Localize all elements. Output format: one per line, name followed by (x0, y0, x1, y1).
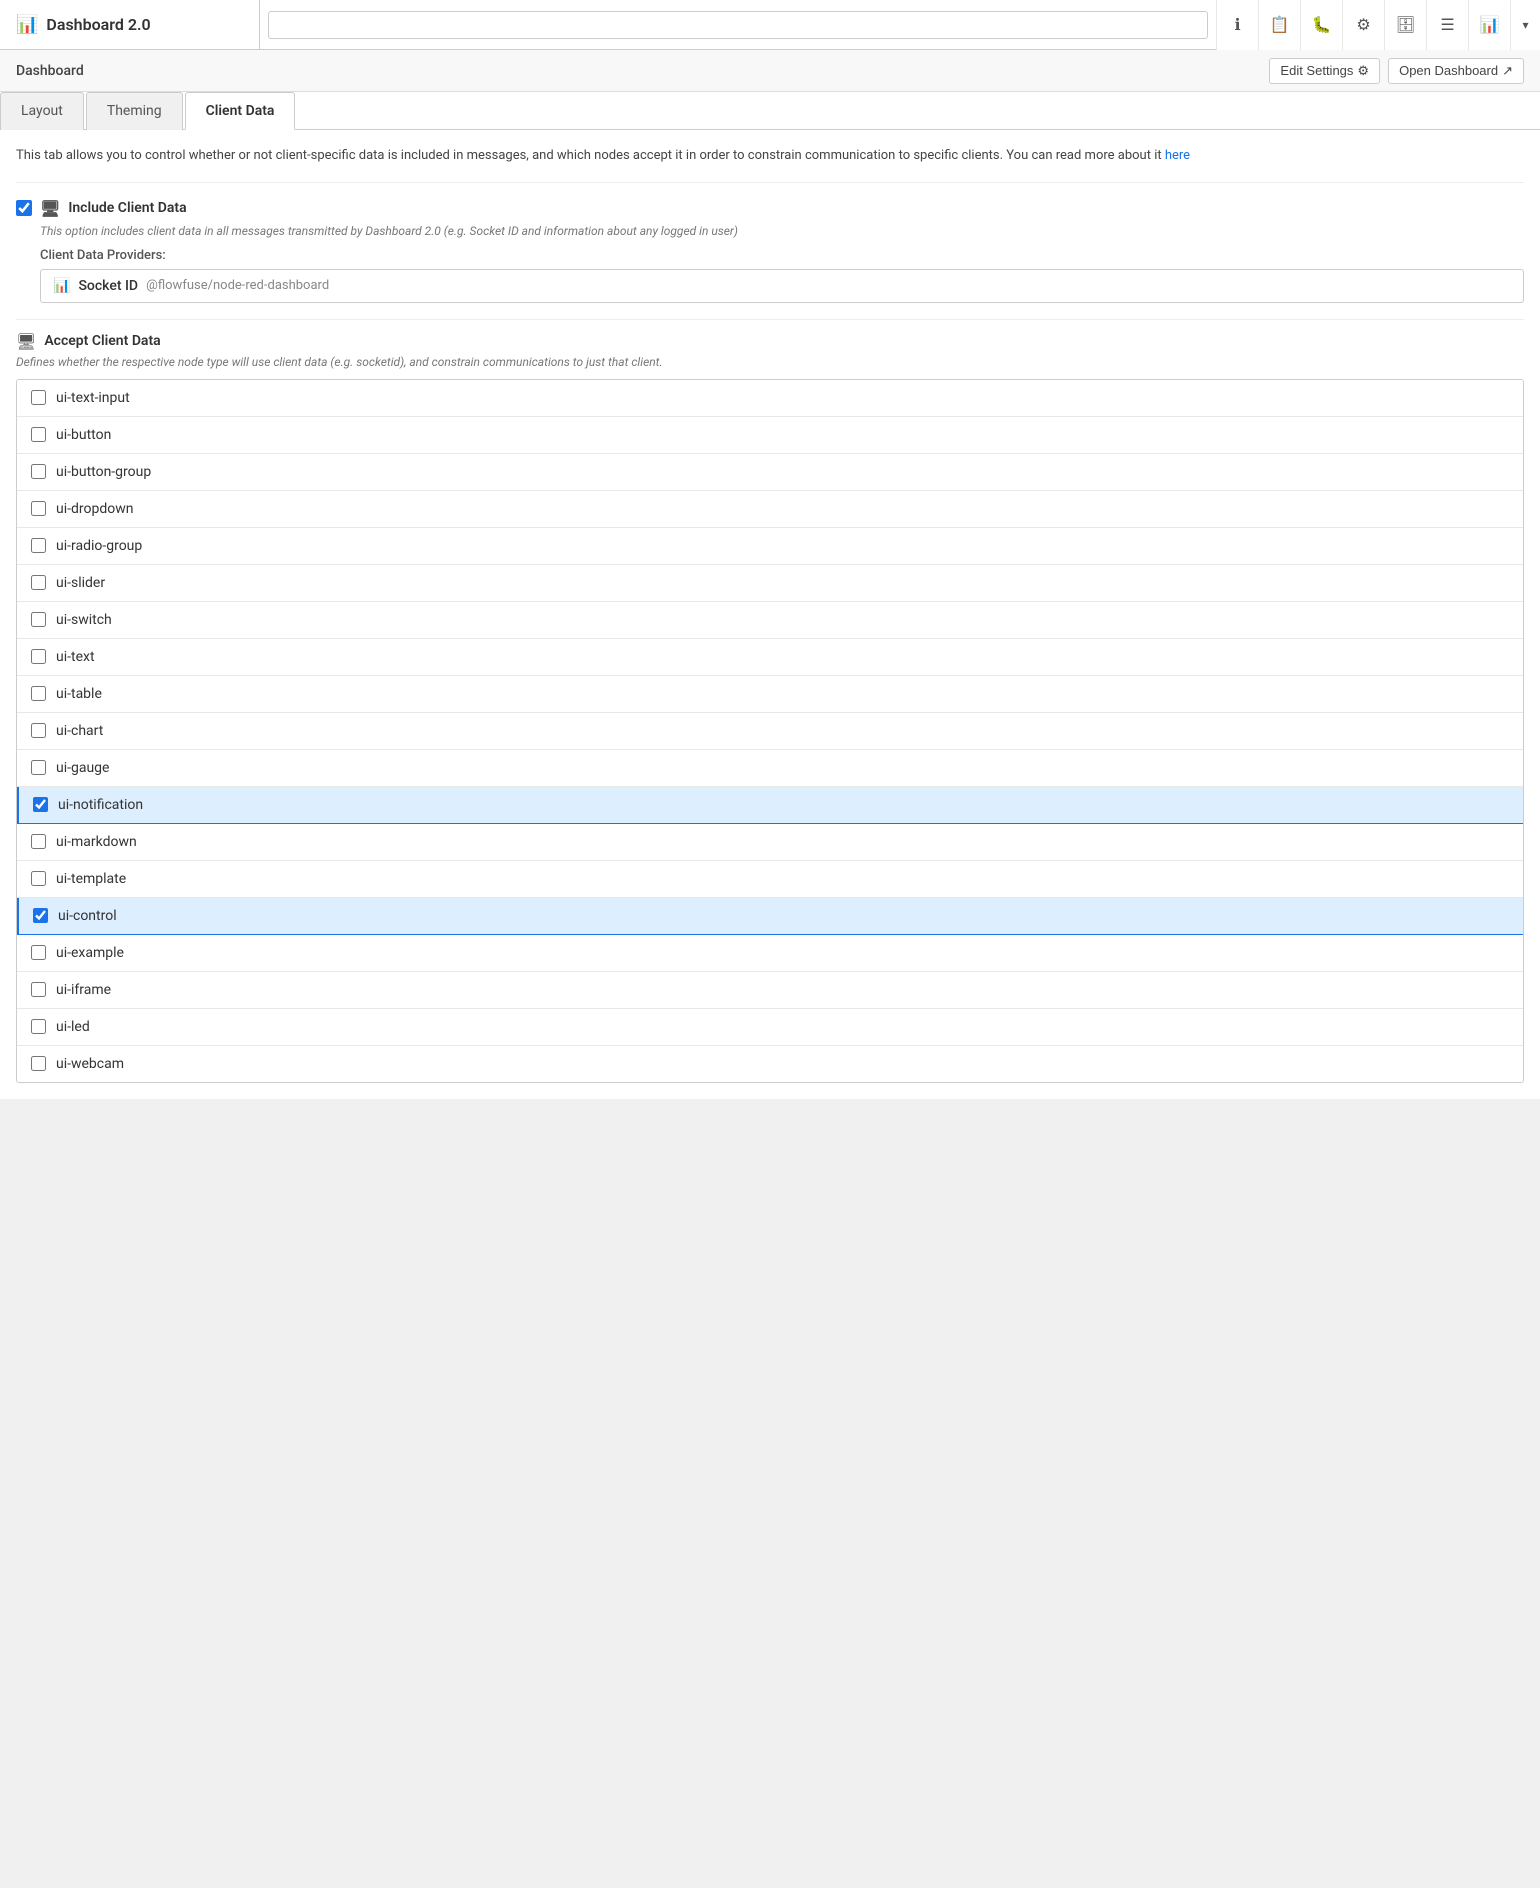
checkbox-ui-led[interactable] (31, 1019, 46, 1034)
layers-button[interactable]: ☰ (1426, 0, 1468, 50)
checklist-item-ui-table[interactable]: ui-table (17, 676, 1523, 713)
tab-client-data[interactable]: Client Data (185, 92, 296, 130)
sub-header: Dashboard Edit Settings ⚙ Open Dashboard… (0, 50, 1540, 92)
sub-header-actions: Edit Settings ⚙ Open Dashboard ↗ (1269, 58, 1524, 84)
checkbox-ui-dropdown[interactable] (31, 501, 46, 516)
tab-layout[interactable]: Layout (0, 92, 84, 130)
description-link[interactable]: here (1165, 148, 1190, 163)
open-dashboard-label: Open Dashboard (1399, 63, 1498, 78)
providers-label: Client Data Providers: (40, 248, 1524, 263)
tab-theming[interactable]: Theming (86, 92, 183, 130)
accept-client-data-section: 🖥 Accept Client Data Defines whether the… (16, 319, 1524, 1083)
open-dashboard-button[interactable]: Open Dashboard ↗ (1388, 58, 1524, 84)
include-client-data-hint: This option includes client data in all … (40, 224, 1524, 238)
dashboard-subtitle: Dashboard (16, 63, 84, 79)
accept-client-data-header: 🖥 Accept Client Data (16, 332, 1524, 351)
dashboard-icon: 📊 (16, 14, 38, 35)
provider-icon: 📊 (53, 278, 70, 294)
settings-button[interactable]: ⚙ (1342, 0, 1384, 50)
checklist-item-ui-template[interactable]: ui-template (17, 861, 1523, 898)
checklist-item-ui-slider[interactable]: ui-slider (17, 565, 1523, 602)
bug-button[interactable]: 🐛 (1300, 0, 1342, 50)
checkbox-ui-switch[interactable] (31, 612, 46, 627)
edit-settings-button[interactable]: Edit Settings ⚙ (1269, 58, 1380, 84)
open-dashboard-icon: ↗ (1502, 63, 1513, 79)
provider-description: @flowfuse/node-red-dashboard (146, 278, 329, 293)
checkbox-ui-text[interactable] (31, 649, 46, 664)
provider-name: Socket ID (78, 278, 138, 294)
title-bar: 📊 Dashboard 2.0 ℹ 📋 🐛 ⚙ 🗄 ☰ 📊 ▾ (0, 0, 1540, 50)
accept-hint: Defines whether the respective node type… (16, 355, 1524, 369)
checkbox-ui-radio-group[interactable] (31, 538, 46, 553)
accept-client-data-checklist: ui-text-input ui-button ui-button-group … (16, 379, 1524, 1083)
checkbox-ui-notification[interactable] (33, 797, 48, 812)
checkbox-ui-example[interactable] (31, 945, 46, 960)
checklist-item-ui-webcam[interactable]: ui-webcam (17, 1046, 1523, 1082)
checkbox-ui-webcam[interactable] (31, 1056, 46, 1071)
client-data-section-icon: 🖥 (40, 199, 60, 218)
accept-title: Accept Client Data (44, 333, 160, 349)
include-client-data-label[interactable]: 🖥 Include Client Data (16, 199, 187, 218)
checkbox-ui-iframe[interactable] (31, 982, 46, 997)
main-content: Layout Theming Client Data This tab allo… (0, 92, 1540, 1099)
checklist-item-ui-button[interactable]: ui-button (17, 417, 1523, 454)
content-panel: This tab allows you to control whether o… (0, 130, 1540, 1099)
include-client-data-checkbox[interactable] (16, 200, 32, 216)
tabs-container: Layout Theming Client Data (0, 92, 1540, 130)
app-title: Dashboard 2.0 (46, 15, 150, 34)
checklist-item-ui-example[interactable]: ui-example (17, 935, 1523, 972)
info-button[interactable]: ℹ (1216, 0, 1258, 50)
checklist-item-ui-gauge[interactable]: ui-gauge (17, 750, 1523, 787)
include-client-data-section: 🖥 Include Client Data This option includ… (16, 199, 1524, 303)
checklist-item-ui-control[interactable]: ui-control (17, 898, 1523, 935)
checkbox-ui-button[interactable] (31, 427, 46, 442)
checkbox-ui-markdown[interactable] (31, 834, 46, 849)
checklist-item-ui-radio-group[interactable]: ui-radio-group (17, 528, 1523, 565)
checklist-item-ui-dropdown[interactable]: ui-dropdown (17, 491, 1523, 528)
title-section: 📊 Dashboard 2.0 (0, 0, 260, 49)
book-button[interactable]: 📋 (1258, 0, 1300, 50)
checkbox-ui-chart[interactable] (31, 723, 46, 738)
include-client-data-header: 🖥 Include Client Data (16, 199, 1524, 218)
checkbox-ui-gauge[interactable] (31, 760, 46, 775)
checklist-item-ui-notification[interactable]: ui-notification (17, 787, 1523, 824)
checklist-item-ui-led[interactable]: ui-led (17, 1009, 1523, 1046)
chart-button[interactable]: 📊 (1468, 0, 1510, 50)
checklist-item-ui-markdown[interactable]: ui-markdown (17, 824, 1523, 861)
provider-row: 📊 Socket ID @flowfuse/node-red-dashboard (40, 269, 1524, 303)
checklist-item-ui-text[interactable]: ui-text (17, 639, 1523, 676)
checkbox-ui-slider[interactable] (31, 575, 46, 590)
checkbox-ui-text-input[interactable] (31, 390, 46, 405)
checkbox-ui-control[interactable] (33, 908, 48, 923)
search-input[interactable] (268, 11, 1208, 39)
toolbar-icons: ℹ 📋 🐛 ⚙ 🗄 ☰ 📊 ▾ (1216, 0, 1540, 50)
accept-section-icon: 🖥 (16, 332, 36, 351)
dropdown-button[interactable]: ▾ (1510, 0, 1540, 50)
checklist-item-ui-iframe[interactable]: ui-iframe (17, 972, 1523, 1009)
tab-description: This tab allows you to control whether o… (16, 146, 1524, 183)
edit-settings-label: Edit Settings (1280, 63, 1353, 78)
checklist-item-ui-text-input[interactable]: ui-text-input (17, 380, 1523, 417)
checkbox-ui-button-group[interactable] (31, 464, 46, 479)
checklist-item-ui-switch[interactable]: ui-switch (17, 602, 1523, 639)
checkbox-ui-table[interactable] (31, 686, 46, 701)
checklist-item-ui-chart[interactable]: ui-chart (17, 713, 1523, 750)
edit-settings-icon: ⚙ (1357, 63, 1369, 79)
database-button[interactable]: 🗄 (1384, 0, 1426, 50)
checkbox-ui-template[interactable] (31, 871, 46, 886)
checklist-item-ui-button-group[interactable]: ui-button-group (17, 454, 1523, 491)
